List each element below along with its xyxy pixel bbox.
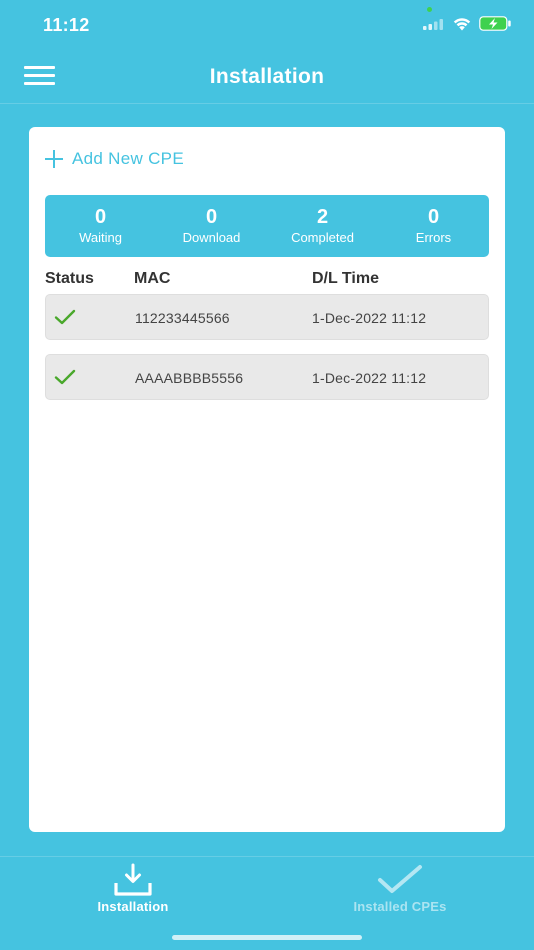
status-bar: 11:12 [0,0,534,52]
tab-installed-cpes-label: Installed CPEs [353,899,447,914]
app-header: Installation [0,52,534,104]
add-new-cpe-button[interactable]: Add New CPE [45,149,184,169]
column-header-dl-time: D/L Time [312,270,379,287]
errors-label: Errors [415,230,452,245]
column-header-status: Status [45,270,94,287]
status-icons [423,16,512,31]
add-new-cpe-label: Add New CPE [72,149,184,168]
errors-count: 0 [427,206,440,228]
checkmark-icon [378,865,422,893]
battery-charging-icon [479,16,511,31]
table-row[interactable]: AAAABBBB5556 1-Dec-2022 11:12 [45,354,489,400]
checkmark-icon [54,309,76,325]
tab-installation-label: Installation [97,899,169,914]
home-indicator[interactable] [172,935,362,940]
status-time: 11:12 [43,15,90,35]
summary-errors: 0 Errors [378,195,489,257]
waiting-count: 0 [94,206,107,228]
table-header: Status MAC D/L Time [45,270,489,290]
summary-completed: 2 Completed [267,195,378,257]
completed-count: 2 [316,206,329,228]
summary-download: 0 Download [156,195,267,257]
row-dl-time: 1-Dec-2022 11:12 [312,310,427,326]
row-mac-address: 112233445566 [135,310,230,326]
cellular-signal-icon [423,18,443,30]
privacy-indicator-dot [427,7,432,12]
tab-installed-cpes[interactable]: Installed CPEs [300,863,500,914]
wifi-icon [453,18,471,31]
column-header-mac: MAC [134,270,171,287]
summary-waiting: 0 Waiting [45,195,156,257]
completed-label: Completed [291,230,354,245]
table-row[interactable]: 112233445566 1-Dec-2022 11:12 [45,294,489,340]
page-title: Installation [209,65,325,88]
download-count: 0 [205,206,218,228]
download-label: Download [182,230,241,245]
installation-card: Add New CPE 0 Waiting 0 Download 2 Compl… [29,127,505,832]
download-tray-icon [114,863,152,896]
waiting-label: Waiting [79,230,122,245]
row-mac-address: AAAABBBB5556 [135,370,244,386]
checkmark-icon [54,369,76,385]
plus-icon [45,150,63,168]
status-summary-bar: 0 Waiting 0 Download 2 Completed 0 Error… [45,195,489,257]
row-dl-time: 1-Dec-2022 11:12 [312,370,427,386]
tab-installation[interactable]: Installation [33,863,233,914]
